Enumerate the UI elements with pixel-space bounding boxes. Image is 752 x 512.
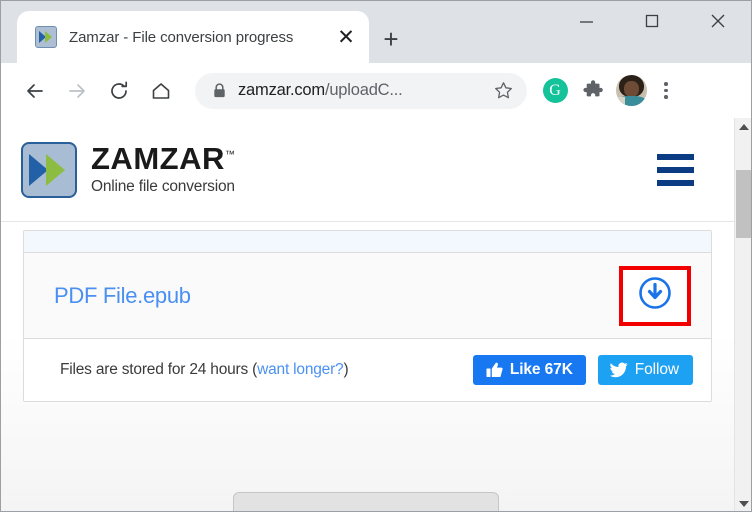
twitter-follow-button[interactable]: Follow <box>597 355 693 385</box>
logo-wordmark: ZAMZAR™ <box>91 143 235 174</box>
thumbs-up-icon <box>486 362 503 377</box>
tab-strip: Zamzar - File conversion progress ✕ + <box>1 1 751 63</box>
browser-toolbar: zamzar.com/uploadC... G <box>1 63 751 118</box>
download-highlight-box <box>619 265 691 326</box>
close-button[interactable] <box>685 1 751 41</box>
tab-close-icon[interactable]: ✕ <box>333 24 359 50</box>
maximize-button[interactable] <box>619 1 685 41</box>
social-buttons: Like 67K Follow <box>472 355 693 385</box>
download-circle-icon[interactable] <box>638 276 672 315</box>
want-longer-link[interactable]: want longer? <box>257 361 344 378</box>
logo-text: ZAMZAR™ Online file conversion <box>91 143 235 196</box>
hamburger-bar <box>657 153 694 160</box>
file-row: PDF File.epub <box>24 253 711 339</box>
scroll-up-arrow-icon[interactable] <box>735 118 751 135</box>
hamburger-bar <box>657 166 694 173</box>
twitter-bird-icon <box>609 362 628 378</box>
menu-dot <box>664 82 668 86</box>
logo-trademark: ™ <box>224 149 235 161</box>
menu-dot <box>664 95 668 99</box>
grammarly-icon: G <box>542 78 568 103</box>
card-top-strip <box>24 231 711 253</box>
window-controls <box>553 1 751 41</box>
zamzar-logo-icon <box>21 141 77 198</box>
logo-word: ZAMZAR <box>91 141 225 176</box>
home-button[interactable] <box>141 71 181 111</box>
facebook-like-button[interactable]: Like 67K <box>472 355 586 385</box>
puzzle-piece-icon <box>583 79 603 96</box>
card-footer: Files are stored for 24 hours (want long… <box>24 339 711 401</box>
like-button-label: Like 67K <box>509 361 573 378</box>
menu-dot <box>664 88 668 93</box>
follow-button-label: Follow <box>634 361 679 378</box>
grammarly-extension-button[interactable]: G <box>537 73 573 109</box>
storage-notice-after: ) <box>343 361 349 378</box>
page-scrollbar[interactable] <box>734 118 751 511</box>
address-bar[interactable]: zamzar.com/uploadC... <box>195 72 527 109</box>
browser-tab[interactable]: Zamzar - File conversion progress ✕ <box>17 11 369 63</box>
lock-icon <box>213 83 226 98</box>
forward-button[interactable] <box>57 71 97 111</box>
browser-menu-button[interactable] <box>651 73 681 109</box>
scroll-down-arrow-icon[interactable] <box>735 495 751 511</box>
scrollbar-thumb[interactable] <box>736 170 751 238</box>
minimize-button[interactable] <box>553 1 619 41</box>
page-bottom-element[interactable] <box>233 492 499 511</box>
zamzar-favicon-icon <box>35 26 57 48</box>
new-tab-button[interactable]: + <box>369 19 413 59</box>
storage-notice: Files are stored for 24 hours (want long… <box>60 361 457 379</box>
url-text: zamzar.com/uploadC... <box>238 81 489 100</box>
storage-notice-before: Files are stored for 24 hours ( <box>60 361 258 378</box>
zamzar-logo[interactable]: ZAMZAR™ Online file conversion <box>21 141 235 198</box>
page-viewport: ZAMZAR™ Online file conversion PDF File.… <box>1 118 751 511</box>
site-header: ZAMZAR™ Online file conversion <box>1 118 734 222</box>
hamburger-menu-icon[interactable] <box>655 148 696 192</box>
tab-title: Zamzar - File conversion progress <box>69 28 294 46</box>
conversion-card: PDF File.epub Files are stored for 24 ho… <box>23 230 712 402</box>
hamburger-bar <box>657 179 694 186</box>
avatar <box>615 75 647 106</box>
bookmark-star-icon[interactable] <box>489 81 517 100</box>
extensions-button[interactable] <box>575 73 611 109</box>
reload-button[interactable] <box>99 71 139 111</box>
url-path: /uploadC... <box>324 81 403 99</box>
file-name-link[interactable]: PDF File.epub <box>54 283 191 309</box>
back-button[interactable] <box>15 71 55 111</box>
browser-window: Zamzar - File conversion progress ✕ + za… <box>0 0 752 512</box>
url-domain: zamzar.com <box>238 81 325 99</box>
profile-button[interactable] <box>613 73 649 109</box>
logo-tagline: Online file conversion <box>91 178 235 195</box>
web-page: ZAMZAR™ Online file conversion PDF File.… <box>1 118 734 511</box>
